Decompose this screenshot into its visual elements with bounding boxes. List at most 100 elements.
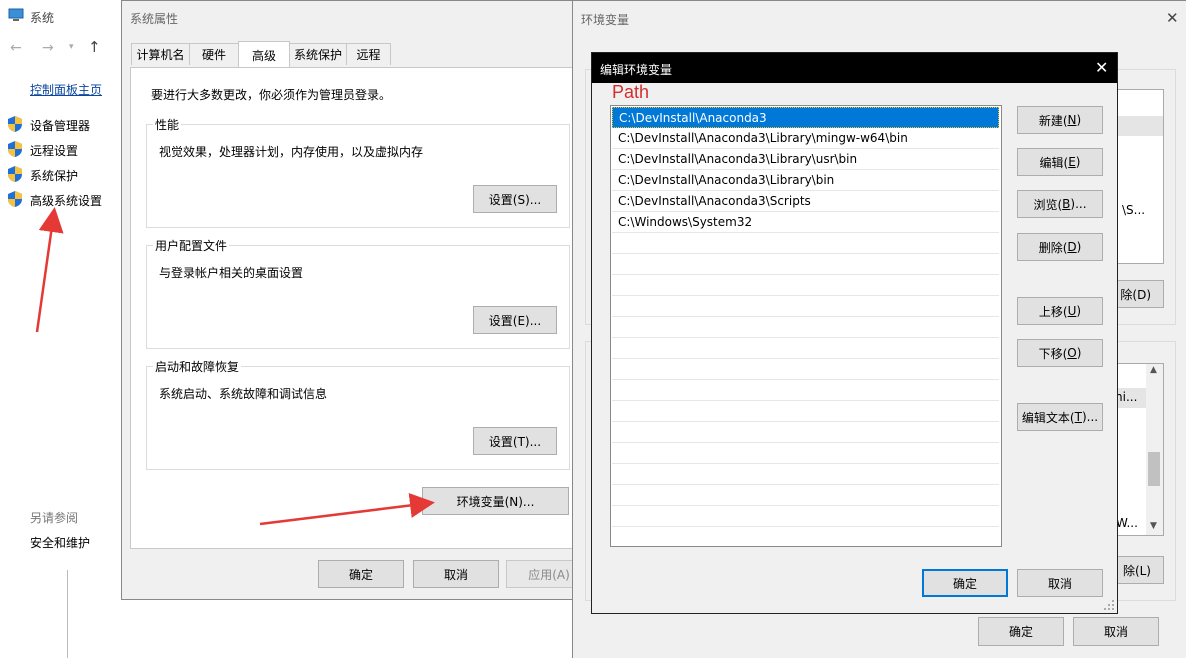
button-label: 编辑( [1039,155,1069,170]
empty-row[interactable] [612,233,999,254]
control-panel-home-link[interactable]: 控制面板主页 [30,81,102,98]
empty-row[interactable] [612,527,999,546]
button-label-end: ) [1075,155,1081,169]
close-icon[interactable]: ✕ [1166,9,1179,27]
user-profiles-settings-button[interactable]: 设置(E)... [473,306,557,334]
system-variables-list[interactable]: hi... W... ▲ ▼ [1115,363,1164,536]
close-icon[interactable]: ✕ [1095,58,1108,77]
empty-row[interactable] [612,254,999,275]
back-arrow-icon[interactable]: ← [10,40,22,56]
group-description: 系统启动、系统故障和调试信息 [159,387,328,401]
empty-row[interactable] [612,380,999,401]
hotkey: O [1067,346,1077,360]
system-properties-title: 系统属性 [130,12,179,26]
empty-row[interactable] [612,443,999,464]
empty-row[interactable] [612,401,999,422]
user-profiles-group: 用户配置文件 与登录帐户相关的桌面设置 设置(E)... [146,237,570,349]
group-title: 性能 [153,116,182,133]
button-label: 编辑文本( [1021,410,1075,425]
list-item[interactable]: C:\DevInstall\Anaconda3\Scripts [612,191,999,212]
performance-settings-button[interactable]: 设置(S)... [473,185,557,213]
ok-button[interactable]: 确定 [978,617,1064,646]
list-item[interactable]: C:\DevInstall\Anaconda3\Library\usr\bin [612,149,999,170]
button-label-end: ) [1076,304,1082,318]
scroll-up-icon[interactable]: ▲ [1150,365,1157,375]
list-item[interactable] [1118,116,1163,136]
cancel-button[interactable]: 取消 [413,560,499,588]
list-item[interactable]: C:\DevInstall\Anaconda3\Library\mingw-w6… [612,128,999,149]
button-label-end: )... [1081,410,1099,424]
user-variables-list[interactable]: \S... [1117,89,1164,264]
startup-recovery-settings-button[interactable]: 设置(T)... [473,427,557,455]
admin-note: 要进行大多数更改，你必须作为管理员登录。 [151,88,392,102]
tab-system-protection[interactable]: 系统保护 [289,43,347,65]
hotkey: T [1074,410,1082,424]
see-also-label: 另请参阅 [30,511,79,525]
hotkey: E [1068,155,1076,169]
nav-label: 高级系统设置 [30,194,103,208]
button-label-end: ) [1076,113,1082,127]
system-window-title: 系统 [30,11,55,25]
new-button[interactable]: 新建(N) [1017,106,1103,134]
button-label: 删除( [1038,240,1068,255]
resize-grip-icon[interactable] [1104,600,1114,610]
tab-panel-advanced: 要进行大多数更改，你必须作为管理员登录。 性能 视觉效果，处理器计划，内存使用，… [130,67,576,549]
scroll-down-icon[interactable]: ▼ [1150,521,1157,531]
nav-label: 系统保护 [30,169,79,183]
system-properties-window: 系统属性 计算机名 硬件 高级 系统保护 远程 要进行大多数更改，你必须作为管理… [121,0,592,600]
shield-icon [8,166,22,182]
tab-remote[interactable]: 远程 [346,43,391,65]
list-item-text: W... [1116,516,1138,530]
environment-variables-button[interactable]: 环境变量(N)... [422,487,569,515]
dropdown-chevron-icon[interactable]: ▾ [69,42,74,52]
button-label: 上移( [1038,304,1068,319]
button-label-end: )... [1070,197,1087,211]
security-maintenance-link[interactable]: 安全和维护 [30,534,90,551]
empty-row[interactable] [612,296,999,317]
environment-variables-title: 环境变量 [581,13,630,27]
ok-button[interactable]: 确定 [318,560,404,588]
empty-row[interactable] [612,506,999,527]
button-label: 浏览( [1033,197,1063,212]
ok-button[interactable]: 确定 [922,569,1008,597]
edit-button[interactable]: 编辑(E) [1017,148,1103,176]
tab-computer-name[interactable]: 计算机名 [131,43,190,65]
empty-row[interactable] [612,338,999,359]
computer-icon [8,8,24,21]
hotkey: B [1062,197,1071,211]
move-down-button[interactable]: 下移(O) [1017,339,1103,367]
button-label: 下移( [1038,346,1068,361]
list-item[interactable]: C:\DevInstall\Anaconda3\Library\bin [612,170,999,191]
group-title: 用户配置文件 [153,237,230,254]
scrollbar[interactable]: ▲ ▼ [1146,364,1163,535]
button-label-end: ) [1076,346,1082,360]
up-arrow-icon[interactable]: ↑ [88,38,101,56]
performance-group: 性能 视觉效果，处理器计划，内存使用，以及虚拟内存 设置(S)... [146,116,570,228]
shield-icon [8,141,22,157]
tab-hardware[interactable]: 硬件 [189,43,239,65]
empty-row[interactable] [612,464,999,485]
empty-row[interactable] [612,485,999,506]
background-window-frame [67,570,122,658]
shield-icon [8,116,22,132]
empty-row[interactable] [612,317,999,338]
list-item[interactable]: C:\DevInstall\Anaconda3 [612,107,999,128]
edit-text-button[interactable]: 编辑文本(T)... [1017,403,1103,431]
button-label: 新建( [1038,113,1068,128]
cancel-button[interactable]: 取消 [1017,569,1103,597]
cancel-button[interactable]: 取消 [1073,617,1159,646]
move-up-button[interactable]: 上移(U) [1017,297,1103,325]
delete-button[interactable]: 删除(D) [1017,233,1103,261]
tab-advanced[interactable]: 高级 [238,41,290,68]
scroll-thumb[interactable] [1148,452,1160,486]
title-bar: 编辑环境变量 ✕ [592,53,1117,83]
empty-row[interactable] [612,275,999,296]
browse-button[interactable]: 浏览(B)... [1017,190,1103,218]
empty-row[interactable] [612,359,999,380]
group-title: 启动和故障恢复 [153,358,242,375]
dialog-title: 编辑环境变量 [600,63,673,77]
empty-row[interactable] [612,422,999,443]
path-entries-list[interactable]: C:\DevInstall\Anaconda3 C:\DevInstall\An… [610,105,1002,547]
list-item[interactable]: C:\Windows\System32 [612,212,999,233]
forward-arrow-icon[interactable]: → [42,40,54,56]
